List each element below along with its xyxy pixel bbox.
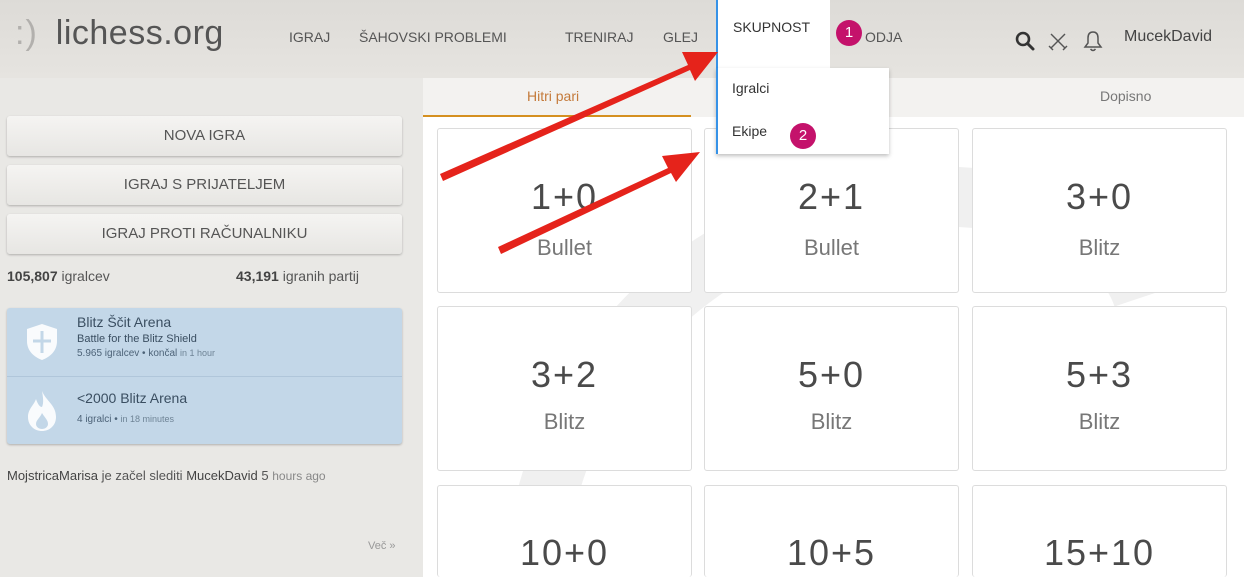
tournament-description: Battle for the Blitz Shield: [77, 333, 197, 345]
tournament-meta: 4 igralci • in 18 minutes: [77, 414, 174, 425]
tile-type: Bullet: [536, 235, 593, 260]
tournament-when: in 18 minutes: [120, 414, 175, 424]
bell-icon[interactable]: [1083, 29, 1103, 53]
crossed-swords-icon[interactable]: [1047, 30, 1069, 52]
games-count-number: 43,191: [236, 268, 279, 284]
search-icon[interactable]: [1014, 30, 1036, 52]
timeline-ago-text: hours ago: [272, 469, 326, 483]
timeline-ago-number: 5: [261, 468, 269, 483]
tournament-list: Blitz Ščit Arena Battle for the Blitz Sh…: [7, 308, 402, 444]
tournament-item[interactable]: Blitz Ščit Arena Battle for the Blitz Sh…: [7, 308, 402, 376]
annotation-badge-2: 2: [790, 123, 816, 149]
quick-pair-tile-5-3[interactable]: 5+3 Blitz: [972, 306, 1227, 471]
tournament-name: Blitz Ščit Arena: [77, 314, 172, 330]
tile-type: Blitz: [810, 409, 853, 434]
dropdown-item-ekipe[interactable]: Ekipe: [732, 123, 767, 139]
site-logo[interactable]: :) lichess.org: [15, 14, 224, 53]
tile-time: 3+2: [530, 354, 599, 395]
logo-text: lichess.org: [55, 14, 224, 52]
logo-smile: :): [15, 14, 38, 52]
play-with-friend-button[interactable]: IGRAJ S PRIJATELJEM: [7, 165, 402, 205]
nav-igraj[interactable]: IGRAJ: [289, 29, 330, 45]
tile-type: Blitz: [543, 409, 586, 434]
nav-treniraj[interactable]: TRENIRAJ: [565, 29, 633, 45]
flame-icon: [28, 391, 56, 431]
tile-time: 10+0: [519, 532, 610, 573]
tile-time: 5+0: [797, 354, 866, 395]
quick-pair-tile-3-0[interactable]: 3+0 Blitz: [972, 128, 1227, 293]
quick-pair-tile-10-5[interactable]: 10+5: [704, 485, 959, 577]
nav-orodja[interactable]: ODJA: [865, 29, 902, 45]
players-count-label: igralcev: [61, 268, 110, 284]
nav-sahovski-problemi[interactable]: ŠAHOVSKI PROBLEMI: [359, 29, 507, 45]
tile-time: 10+5: [786, 532, 877, 573]
quick-pair-tile-3-2[interactable]: 3+2 Blitz: [437, 306, 692, 471]
tournament-item[interactable]: <2000 Blitz Arena 4 igralci • in 18 minu…: [7, 376, 402, 444]
dropdown-item-igralci[interactable]: Igralci: [732, 80, 769, 96]
players-count: 105,807 igralcev: [7, 268, 110, 284]
tournament-meta-text: 5.965 igralcev • končal: [77, 348, 178, 359]
top-bar: :) lichess.org IGRAJ ŠAHOVSKI PROBLEMI T…: [0, 0, 1244, 78]
games-count-label: igranih partij: [282, 268, 359, 284]
new-game-button[interactable]: NOVA IGRA: [7, 116, 402, 156]
tab-hitri-pari[interactable]: Hitri pari: [527, 88, 579, 104]
shield-icon: [27, 324, 57, 360]
timeline-more-link[interactable]: Več »: [368, 540, 396, 552]
tile-type: Blitz: [1078, 409, 1121, 434]
tile-time: 1+0: [530, 176, 599, 217]
timeline-entry: MojstricaMarisa je začel slediti MucekDa…: [7, 466, 397, 486]
nav-skupnost-label: SKUPNOST: [733, 19, 811, 35]
annotation-badge-1: 1: [836, 20, 862, 46]
quick-pair-tile-15-10[interactable]: 15+10: [972, 485, 1227, 577]
timeline-action: je začel slediti: [101, 468, 183, 483]
tile-time: 5+3: [1065, 354, 1134, 395]
games-count: 43,191 igranih partij: [236, 268, 359, 284]
tile-time: 3+0: [1065, 176, 1134, 217]
nav-skupnost[interactable]: SKUPNOST: [716, 0, 830, 78]
tournament-name: <2000 Blitz Arena: [77, 390, 188, 406]
nav-glej[interactable]: GLEJ: [663, 29, 698, 45]
tile-time: 15+10: [1043, 532, 1156, 573]
tile-type: Blitz: [1078, 235, 1121, 260]
timeline-user-link[interactable]: MojstricaMarisa: [7, 468, 98, 483]
players-count-number: 105,807: [7, 268, 58, 284]
tournament-meta: 5.965 igralcev • končal in 1 hour: [77, 348, 215, 359]
tile-time: 2+1: [797, 176, 866, 217]
timeline-target-link[interactable]: MucekDavid: [186, 468, 258, 483]
tab-dopisno[interactable]: Dopisno: [1100, 88, 1151, 104]
quick-pair-tile-5-0[interactable]: 5+0 Blitz: [704, 306, 959, 471]
quick-pair-tile-10-0[interactable]: 10+0: [437, 485, 692, 577]
tournament-meta-text: 4 igralci •: [77, 414, 118, 425]
play-computer-button[interactable]: IGRAJ PROTI RAČUNALNIKU: [7, 214, 402, 254]
tournament-when: in 1 hour: [180, 348, 216, 358]
username[interactable]: MucekDavid: [1124, 28, 1212, 46]
quick-pair-tile-1-0[interactable]: 1+0 Bullet: [437, 128, 692, 293]
tile-type: Bullet: [803, 235, 860, 260]
